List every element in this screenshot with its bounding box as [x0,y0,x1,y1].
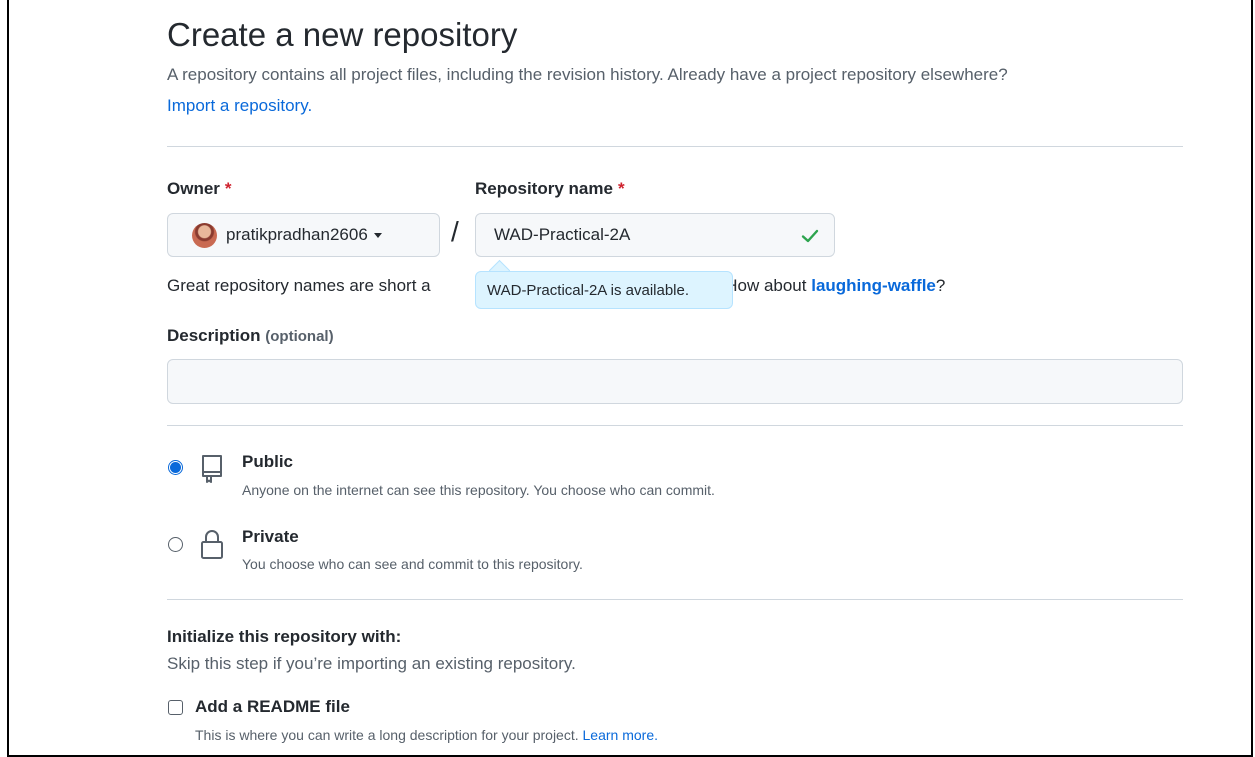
repository-name-input[interactable]: WAD-Practical-2A [475,213,835,257]
divider [167,599,1183,600]
public-radio[interactable] [168,460,183,475]
divider [167,146,1183,147]
initialize-subheading: Skip this step if you’re importing an ex… [167,654,576,673]
required-mark: * [617,179,625,198]
private-radio[interactable] [168,537,183,552]
learn-more-link[interactable]: Learn more. [583,727,658,743]
avatar [192,222,217,248]
owner-value: pratikpradhan2606 [226,225,368,244]
screenshot-border-right [1251,0,1253,757]
description-input[interactable] [167,359,1183,404]
private-option-title: Private [242,527,299,546]
optional-tag: (optional) [265,328,334,345]
private-option-description: You choose who can see and commit to thi… [242,556,583,572]
page-subtitle: A repository contains all project files,… [167,65,1008,84]
readme-description: This is where you can write a long descr… [195,727,658,743]
add-readme-checkbox[interactable] [168,700,183,715]
caret-down-icon [373,232,382,238]
add-readme-label[interactable]: Add a README file [195,697,350,717]
required-mark: * [224,179,232,198]
public-option-title: Public [242,452,294,471]
import-repository-link[interactable]: Import a repository. [167,96,312,116]
check-icon [801,229,819,243]
repository-name-value: WAD-Practical-2A [494,225,631,244]
owner-repo-separator: / [451,216,459,247]
repo-icon [202,455,222,483]
owner-label: Owner * [167,179,232,198]
availability-tooltip: WAD-Practical-2A is available. [475,271,733,309]
suggested-name-link[interactable]: laughing-waffle [811,276,936,295]
repository-name-label: Repository name * [475,179,625,198]
owner-select[interactable]: pratikpradhan2606 [167,213,440,257]
page-title: Create a new repository [167,16,518,53]
lock-icon [201,530,223,559]
divider [167,425,1183,426]
screenshot-border-left [7,0,9,757]
description-label: Description (optional) [167,326,334,345]
public-option-description: Anyone on the internet can see this repo… [242,482,715,498]
initialize-heading: Initialize this repository with: [167,627,402,646]
